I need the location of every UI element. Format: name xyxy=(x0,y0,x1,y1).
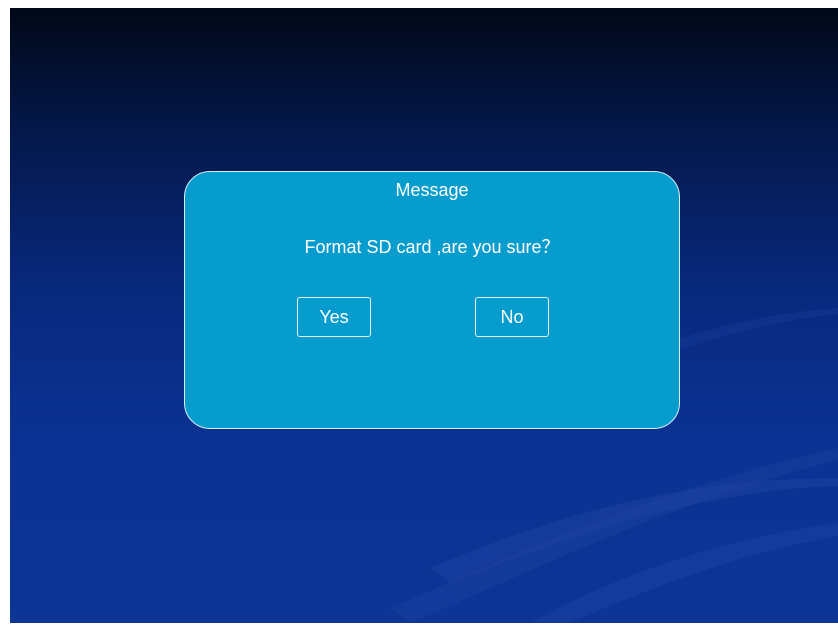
screen-background: Message Format SD card ,are you sure？ Ye… xyxy=(10,8,838,623)
dialog-message: Format SD card ,are you sure？ xyxy=(304,237,560,257)
yes-button[interactable]: Yes xyxy=(297,297,371,337)
no-button[interactable]: No xyxy=(475,297,549,337)
confirm-dialog: Message Format SD card ,are you sure？ Ye… xyxy=(184,171,680,429)
dialog-title: Message xyxy=(395,180,469,200)
